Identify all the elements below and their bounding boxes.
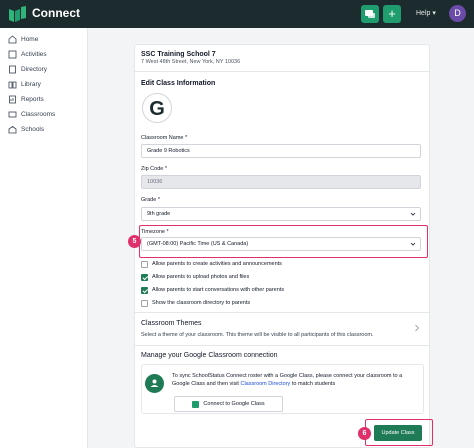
sidebar-item-classrooms[interactable]: Classrooms	[8, 108, 55, 120]
grade-value: 9th grade	[147, 211, 171, 217]
top-bar: Connect + Help ▾ D	[0, 0, 474, 28]
help-label: Help	[416, 10, 431, 17]
school-address: 7 West 48th Street, New York, NY 10036	[141, 59, 241, 65]
form-title: Edit Class Information	[141, 80, 216, 87]
google-classroom-icon	[145, 374, 164, 393]
school-name: SSC Training School 7	[141, 51, 216, 58]
sidebar-item-directory[interactable]: Directory	[8, 63, 47, 75]
zip-code-label: Zip Code *	[141, 166, 167, 172]
divider	[135, 71, 429, 72]
reports-icon	[9, 95, 16, 103]
chat-icon[interactable]	[361, 5, 379, 23]
classroom-name-label: Classroom Name *	[141, 135, 188, 141]
google-classroom-text: To sync SchoolStatus Connect roster with…	[172, 373, 417, 388]
checkbox[interactable]	[141, 273, 148, 281]
classroom-name-input[interactable]: Grade 9 Robotics	[141, 144, 421, 158]
app-title: Connect	[32, 6, 80, 20]
themes-description: Select a theme of your classroom. This t…	[141, 332, 374, 338]
themes-title[interactable]: Classroom Themes	[141, 320, 202, 327]
zip-code-input: 10036	[141, 175, 421, 189]
avatar[interactable]: D	[449, 5, 466, 22]
classrooms-icon	[8, 111, 17, 117]
checkbox-label: Allow parents to upload photos and files	[152, 274, 250, 280]
sidebar-item-label: Library	[21, 80, 41, 88]
sidebar-item-library[interactable]: Library	[8, 78, 41, 90]
checkbox[interactable]	[141, 299, 148, 307]
classroom-directory-link[interactable]: Classroom Directory	[240, 381, 290, 387]
sidebar-item-home[interactable]: Home	[8, 33, 38, 45]
help-menu[interactable]: Help ▾	[416, 9, 436, 17]
checkbox-upload-photos[interactable]: Allow parents to upload photos and files	[141, 273, 249, 281]
checkbox-create-activities[interactable]: Allow parents to create activities and a…	[141, 260, 282, 268]
sidebar-item-activities[interactable]: Activities	[8, 48, 47, 60]
update-highlight	[365, 419, 433, 446]
connect-logo-icon	[9, 6, 26, 22]
timezone-highlight	[139, 225, 428, 258]
library-icon	[8, 81, 17, 88]
checkbox[interactable]	[141, 260, 148, 268]
class-logo[interactable]: G	[142, 93, 172, 123]
google-classroom-logo-icon	[192, 400, 200, 408]
sidebar-item-label: Classrooms	[21, 110, 56, 118]
checkbox-show-directory[interactable]: Show the classroom directory to parents	[141, 299, 250, 307]
schools-icon	[8, 125, 17, 133]
sidebar-item-label: Schools	[21, 125, 45, 133]
sidebar: Home Activities Directory Library Report…	[0, 28, 88, 448]
home-icon	[8, 34, 17, 43]
checkbox-label: Allow parents to create activities and a…	[152, 261, 282, 267]
divider	[135, 345, 429, 346]
checkbox-start-conversations[interactable]: Allow parents to start conversations wit…	[141, 286, 284, 294]
sidebar-item-reports[interactable]: Reports	[8, 93, 44, 105]
google-classroom-title: Manage your Google Classroom connection	[141, 352, 278, 359]
step-badge-5: 5	[128, 235, 141, 248]
add-icon[interactable]: +	[383, 5, 401, 23]
directory-icon	[9, 65, 16, 73]
activities-icon	[8, 50, 17, 58]
sidebar-item-label: Reports	[21, 95, 44, 103]
step-badge-6: 6	[358, 427, 371, 440]
sidebar-item-label: Directory	[21, 65, 48, 73]
checkbox-label: Allow parents to start conversations wit…	[152, 287, 285, 293]
checkbox-label: Show the classroom directory to parents	[152, 300, 251, 306]
grade-select[interactable]: 9th grade	[141, 207, 421, 221]
checkbox[interactable]	[141, 286, 148, 294]
connect-google-class-label: Connect to Google Class	[203, 401, 265, 407]
sidebar-item-schools[interactable]: Schools	[8, 123, 44, 135]
chevron-right-icon[interactable]	[414, 324, 420, 332]
sidebar-item-label: Activities	[21, 50, 47, 58]
divider	[135, 312, 429, 313]
grade-label: Grade *	[141, 197, 160, 203]
chevron-down-icon	[410, 212, 416, 216]
google-text-after: to match students	[290, 380, 336, 387]
sidebar-item-label: Home	[21, 35, 39, 43]
connect-google-class-button[interactable]: Connect to Google Class	[174, 396, 283, 412]
